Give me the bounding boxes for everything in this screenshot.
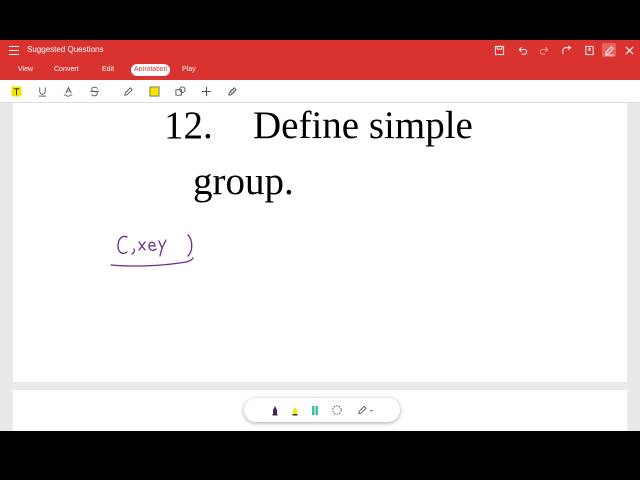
underline-icon[interactable] [36, 85, 48, 97]
document-title: Suggested Questions [27, 45, 104, 54]
bookmark-icon[interactable] [582, 43, 596, 57]
close-icon[interactable] [622, 43, 636, 57]
question-text-line1: Define simple [253, 104, 473, 147]
question-text-line2: group. [193, 160, 294, 203]
tab-edit[interactable]: Edit [102, 64, 114, 76]
save-icon[interactable] [492, 43, 506, 57]
tab-play[interactable]: Play [182, 64, 196, 76]
share-icon[interactable] [559, 43, 573, 57]
pdf-app: Suggested Questions View Convert Edit An… [0, 40, 640, 431]
tab-convert[interactable]: Convert [54, 64, 79, 76]
lasso-icon[interactable] [330, 403, 344, 417]
hamburger-menu-icon[interactable] [9, 43, 19, 57]
ribbon-tabs: View Convert Edit Annotation Play [0, 60, 640, 80]
area-highlight-icon[interactable] [148, 85, 160, 97]
handwritten-annotation [110, 234, 194, 267]
yellow-marker-icon[interactable] [288, 403, 302, 417]
purple-pen-icon[interactable] [268, 403, 282, 417]
add-icon[interactable] [200, 85, 212, 97]
pen-settings-icon[interactable] [356, 403, 376, 417]
shapes-icon[interactable] [174, 85, 186, 97]
squiggly-icon[interactable] [62, 85, 74, 97]
edit-pen-icon[interactable] [602, 43, 616, 57]
highlight-text-icon[interactable] [10, 85, 22, 97]
undo-icon[interactable] [515, 43, 529, 57]
pencil-icon[interactable] [122, 85, 134, 97]
question-number: 12. [164, 104, 213, 147]
redo-icon[interactable] [537, 43, 551, 57]
strikethrough-icon[interactable] [88, 85, 100, 97]
stamp-icon[interactable] [226, 85, 238, 97]
document-page[interactable]: 12. Define simple group. [13, 103, 627, 382]
pen-toolbar [244, 398, 400, 422]
title-bar: Suggested Questions [0, 40, 640, 60]
tab-annotation[interactable]: Annotation [131, 64, 171, 76]
tab-view[interactable]: View [18, 64, 33, 76]
annotation-toolbar [0, 80, 640, 103]
teal-highlighter-icon[interactable] [308, 403, 322, 417]
